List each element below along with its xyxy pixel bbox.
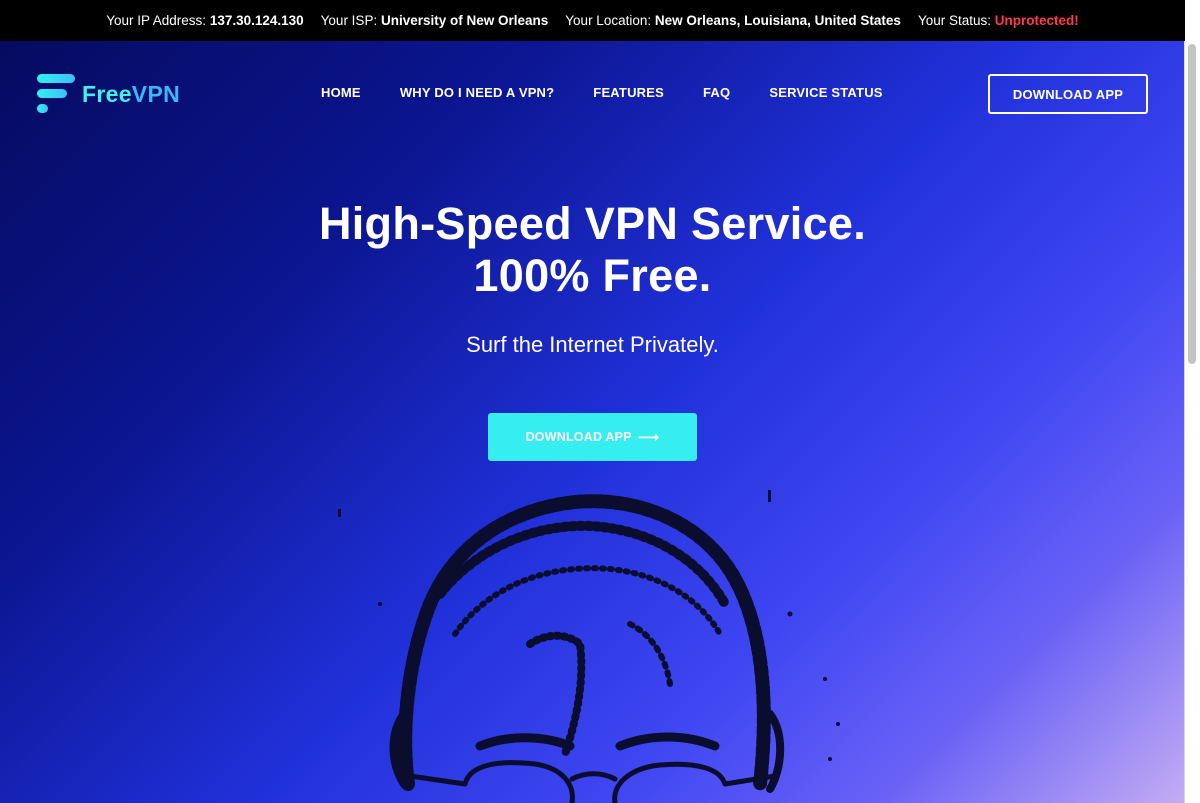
left-eyebrow [475,733,575,751]
hero-title-line-2: 100% Free. [473,250,712,301]
logo-text: FreeVPN [82,81,180,108]
site-header: FreeVPN HOME WHY DO I NEED A VPN? FEATUR… [0,41,1185,145]
ip-address-label: Your IP Address: [106,13,207,28]
nav-item-features[interactable]: FEATURES [593,85,664,100]
page-scrollbar[interactable] [1184,0,1200,803]
nav-item-faq[interactable]: FAQ [703,85,730,100]
hero-download-button[interactable]: DOWNLOAD APP ⟶ [488,413,697,461]
connection-info-bar: Your IP Address: 137.30.124.130 Your ISP… [0,0,1185,41]
hero-title: High-Speed VPN Service. 100% Free. [0,198,1185,302]
status-info: Your Status: Unprotected! [918,13,1079,28]
isp-label: Your ISP: [320,13,378,28]
right-eyebrow [615,732,720,751]
ip-address-value: 137.30.124.130 [209,13,304,28]
nav-item-service-status[interactable]: SERVICE STATUS [769,85,882,100]
location-value: New Orleans, Louisiana, United States [654,13,901,28]
nav-item-home[interactable]: HOME [321,85,361,100]
isp-info: Your ISP: University of New Orleans [321,13,549,28]
location-label: Your Location: [565,13,652,28]
isp-value: University of New Orleans [380,13,549,28]
location-info: Your Location: New Orleans, Louisiana, U… [565,13,901,28]
hero-subtitle: Surf the Internet Privately. [466,332,719,357]
scrollbar-thumb[interactable] [1188,44,1196,364]
freevpn-logo[interactable]: FreeVPN [37,74,180,114]
logo-icon [37,74,75,114]
logo-text-vpn: VPN [131,80,180,107]
main-nav: HOME WHY DO I NEED A VPN? FEATURES FAQ S… [321,85,883,100]
header-download-button[interactable]: DOWNLOAD APP [988,74,1148,114]
glasses-icon [407,760,778,803]
nav-item-why-vpn[interactable]: WHY DO I NEED A VPN? [400,85,554,100]
arrow-right-icon: ⟶ [637,429,660,446]
status-value: Unprotected! [994,13,1079,28]
status-label: Your Status: [917,13,992,28]
hero-title-line-1: High-Speed VPN Service. [318,198,867,249]
ip-address-info: Your IP Address: 137.30.124.130 [106,13,303,28]
portrait-illustration [338,490,840,803]
hero-download-label: DOWNLOAD APP [525,430,632,444]
logo-text-free: Free [82,80,132,107]
